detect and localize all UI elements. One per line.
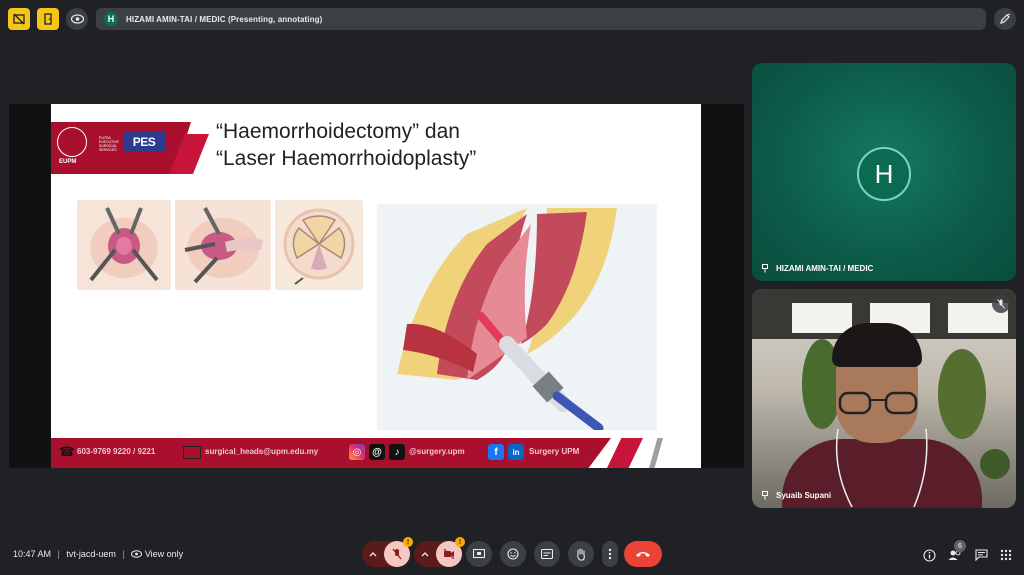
- threads-icon: @: [369, 444, 385, 460]
- eye-icon: [131, 549, 143, 560]
- reactions-button[interactable]: [500, 541, 526, 567]
- meet-window: H HIZAMI AMIN-TAI / MEDIC (Presenting, a…: [0, 0, 1024, 575]
- door-icon[interactable]: [37, 8, 59, 30]
- participant-avatar: H: [857, 147, 911, 201]
- presenting-text: HIZAMI AMIN-TAI / MEDIC (Presenting, ann…: [126, 14, 323, 24]
- captions-button[interactable]: [534, 541, 560, 567]
- hand-icon: [577, 547, 585, 561]
- slide-title: “Haemorrhoidectomy” dan “Laser Haemorrho…: [216, 118, 476, 172]
- footer-social-handle: @surgery.upm: [409, 447, 465, 456]
- clock-time: 10:47 AM: [13, 549, 52, 559]
- participant-name-label: HIZAMI AMIN-TAI / MEDIC: [762, 264, 873, 273]
- mic-warning-badge: !: [403, 537, 413, 547]
- seal-label: EUPM: [59, 159, 77, 165]
- mic-control-group: !: [362, 537, 413, 567]
- instagram-icon: ◎: [349, 444, 365, 460]
- footer-email: surgical_heads@upm.edu.my: [205, 447, 319, 456]
- laser-haemorrhoidoplasty-illustration: [377, 204, 657, 433]
- present-to-all-icon: [762, 491, 768, 500]
- meeting-info: 10:47 AM | tvt-jacd-uem | View only: [13, 549, 184, 560]
- surgery-illustration-3: [275, 200, 363, 290]
- camera-control-group: !: [414, 537, 465, 567]
- camera-options-chevron-up-icon[interactable]: [414, 541, 436, 567]
- tiktok-icon: ♪: [389, 444, 405, 460]
- surgery-illustration-2: [175, 200, 271, 290]
- mic-off-button[interactable]: !: [384, 537, 413, 567]
- more-options-button[interactable]: [602, 541, 618, 567]
- participant-tile-video[interactable]: Syuaib Supani: [752, 289, 1016, 508]
- glasses: [838, 391, 918, 415]
- presentation-stage: EUPM PUTRA EXECUTIVE SURGICAL SERVICES P…: [9, 104, 744, 468]
- camera-warning-badge: !: [455, 537, 465, 547]
- participant-count-badge: 6: [954, 540, 966, 552]
- participant-tile-presenter[interactable]: H HIZAMI AMIN-TAI / MEDIC: [752, 63, 1016, 281]
- annotate-pen-icon[interactable]: [994, 8, 1016, 30]
- camera-off-button[interactable]: !: [436, 537, 465, 567]
- presenting-banner: H HIZAMI AMIN-TAI / MEDIC (Presenting, a…: [96, 8, 986, 30]
- slide: EUPM PUTRA EXECUTIVE SURGICAL SERVICES P…: [51, 104, 701, 468]
- participant-name: HIZAMI AMIN-TAI / MEDIC: [776, 264, 874, 273]
- present-now-button[interactable]: [466, 541, 492, 567]
- meeting-code: tvt-jacd-uem: [66, 549, 116, 559]
- university-seal: [57, 127, 87, 157]
- footer-phone: 603-9769 9220 / 9221: [77, 447, 156, 456]
- no-captions-icon[interactable]: [8, 8, 30, 30]
- present-screen-icon: [473, 549, 485, 559]
- facebook-icon: f: [488, 444, 504, 460]
- leave-call-button[interactable]: [624, 541, 662, 567]
- captions-icon: [541, 549, 553, 559]
- chat-icon[interactable]: [972, 546, 990, 564]
- top-bar: H HIZAMI AMIN-TAI / MEDIC (Presenting, a…: [0, 0, 1024, 38]
- more-vert-icon: [608, 548, 612, 560]
- present-to-all-icon: [762, 264, 768, 273]
- camera-off-icon: [443, 549, 455, 559]
- slide-footer: ☎ 603-9769 9220 / 9221 surgical_heads@up…: [51, 438, 701, 468]
- surgery-illustration-1: [77, 200, 171, 290]
- bottom-bar: 10:47 AM | tvt-jacd-uem | View only ! ! …: [0, 537, 1024, 575]
- participant-name-label: Syuaib Supani: [762, 491, 831, 500]
- pes-small-text: PUTRA EXECUTIVE SURGICAL SERVICES: [99, 136, 119, 152]
- slide-header-logo: EUPM PUTRA EXECUTIVE SURGICAL SERVICES P…: [51, 122, 209, 174]
- end-call-icon: [636, 552, 650, 557]
- pes-logo: PES: [123, 132, 165, 152]
- slide-title-line1: “Haemorrhoidectomy” dan: [216, 120, 460, 143]
- view-mode: View only: [144, 549, 184, 559]
- emoji-icon: [507, 548, 519, 560]
- participant-name: Syuaib Supani: [776, 491, 832, 500]
- mic-options-chevron-up-icon[interactable]: [362, 541, 384, 567]
- people-icon[interactable]: 6: [946, 540, 966, 564]
- earphone-cable: [835, 429, 928, 508]
- meeting-details-info-icon[interactable]: [920, 546, 938, 564]
- raise-hand-button[interactable]: [568, 541, 594, 567]
- presenter-avatar: H: [104, 12, 118, 26]
- activities-grid-icon[interactable]: [997, 546, 1015, 564]
- mic-off-icon: [392, 548, 402, 560]
- email-icon: [183, 446, 201, 459]
- footer-fb-li-name: Surgery UPM: [529, 447, 580, 456]
- slide-title-line2: “Laser Haemorrhoidoplasty”: [216, 147, 477, 170]
- linkedin-icon: in: [508, 444, 524, 460]
- eye-icon[interactable]: [66, 8, 88, 30]
- phone-icon: ☎: [58, 444, 76, 459]
- mic-off-icon: [992, 295, 1010, 313]
